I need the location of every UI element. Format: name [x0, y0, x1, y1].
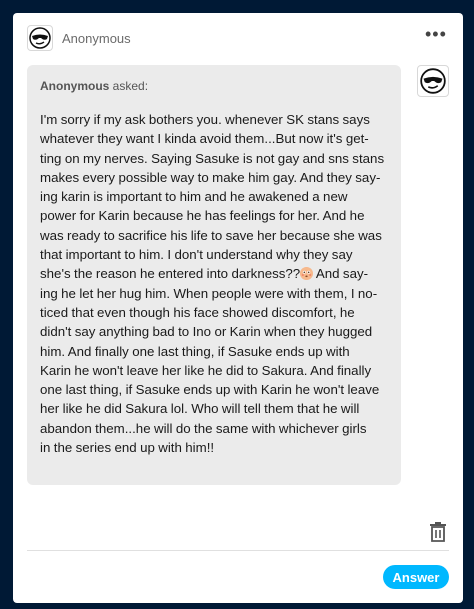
post-header: Anonymous •••	[27, 25, 449, 53]
more-options-icon[interactable]: •••	[425, 25, 446, 43]
flushed-face-emoji-icon	[300, 267, 314, 281]
asker-name[interactable]: Anonymous	[40, 79, 109, 93]
ask-bubble: Anonymous asked: I'm sorry if my ask bot…	[27, 65, 401, 485]
trash-icon[interactable]	[427, 521, 449, 543]
post-username[interactable]: Anonymous	[62, 31, 131, 46]
anonymous-sunglasses-icon	[29, 27, 51, 49]
anonymous-avatar[interactable]	[27, 25, 53, 51]
question-text-part1: I'm sorry if my ask bothers you. wheneve…	[40, 112, 385, 282]
divider	[27, 550, 449, 551]
asker-line: Anonymous asked:	[40, 78, 388, 94]
asked-label: asked:	[109, 79, 149, 93]
asker-side-avatar[interactable]	[417, 65, 449, 97]
question-text: I'm sorry if my ask bothers you. wheneve…	[40, 110, 388, 457]
ask-post-card: Anonymous ••• Anonymous asked: I'm sorry…	[13, 13, 463, 603]
answer-button[interactable]: Answer	[383, 565, 449, 589]
question-text-part2: And say- ing he let her hug him. When pe…	[40, 266, 380, 456]
anonymous-sunglasses-icon	[420, 68, 446, 94]
